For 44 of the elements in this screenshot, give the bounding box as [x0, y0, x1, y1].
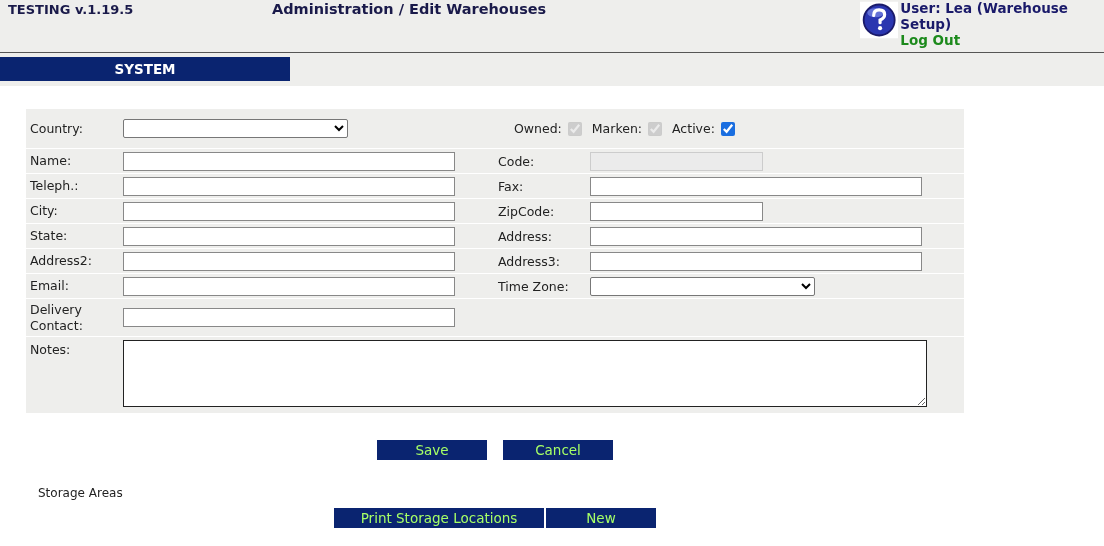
field-label: State:	[29, 228, 69, 244]
user-name: User: Lea (Warehouse Setup)	[900, 0, 1069, 32]
input-field[interactable]	[590, 176, 922, 196]
dropdown[interactable]	[123, 119, 348, 138]
field-label: ZipCode:	[498, 203, 556, 219]
field-label: Address2:	[29, 253, 93, 269]
checkbox[interactable]	[720, 121, 735, 136]
input-field[interactable]	[590, 226, 922, 246]
field-label: Address3:	[498, 253, 561, 269]
nav-tab[interactable]: SYSTEM	[0, 57, 290, 81]
notes-field[interactable]	[123, 340, 927, 407]
section-title: Storage Areas	[38, 486, 124, 500]
input-field[interactable]	[123, 276, 455, 296]
field-label: Time Zone:	[498, 278, 570, 294]
logout-link[interactable]: Log Out	[900, 32, 1104, 48]
field-label: Fax:	[498, 178, 525, 194]
input-field[interactable]	[590, 251, 922, 271]
input-field[interactable]	[123, 251, 455, 271]
input-field[interactable]	[123, 151, 455, 171]
input-field[interactable]	[123, 226, 455, 246]
storage-button[interactable]: Print Storage Locations	[334, 508, 544, 528]
input-field[interactable]	[123, 201, 455, 221]
field-label: Name:	[29, 153, 73, 169]
form-button[interactable]: Cancel	[503, 440, 613, 460]
field-label: Notes:	[29, 341, 72, 359]
form-button[interactable]: Save	[377, 440, 487, 460]
checkbox-label: Marken:	[591, 121, 643, 136]
field-label: City:	[29, 203, 59, 219]
field-label: Address:	[498, 228, 553, 244]
storage-button[interactable]: New	[546, 508, 656, 528]
dropdown[interactable]	[590, 276, 815, 296]
checkbox-label: Active:	[672, 121, 715, 136]
input-field[interactable]	[590, 201, 763, 221]
field-label: Email:	[29, 278, 70, 294]
app-version: TESTING v.1.19.5	[7, 1, 135, 17]
field-label: Country:	[29, 120, 84, 137]
input-field[interactable]	[123, 308, 455, 327]
help-icon[interactable]	[860, 0, 899, 40]
field-label: Delivery Contact:	[29, 301, 84, 334]
page-title: Administration / Edit Warehouses	[272, 0, 548, 17]
field-label: Teleph.:	[29, 178, 80, 194]
field-label: Code:	[498, 153, 536, 169]
checkbox-label: Owned:	[514, 121, 562, 136]
input-field[interactable]	[123, 176, 455, 196]
